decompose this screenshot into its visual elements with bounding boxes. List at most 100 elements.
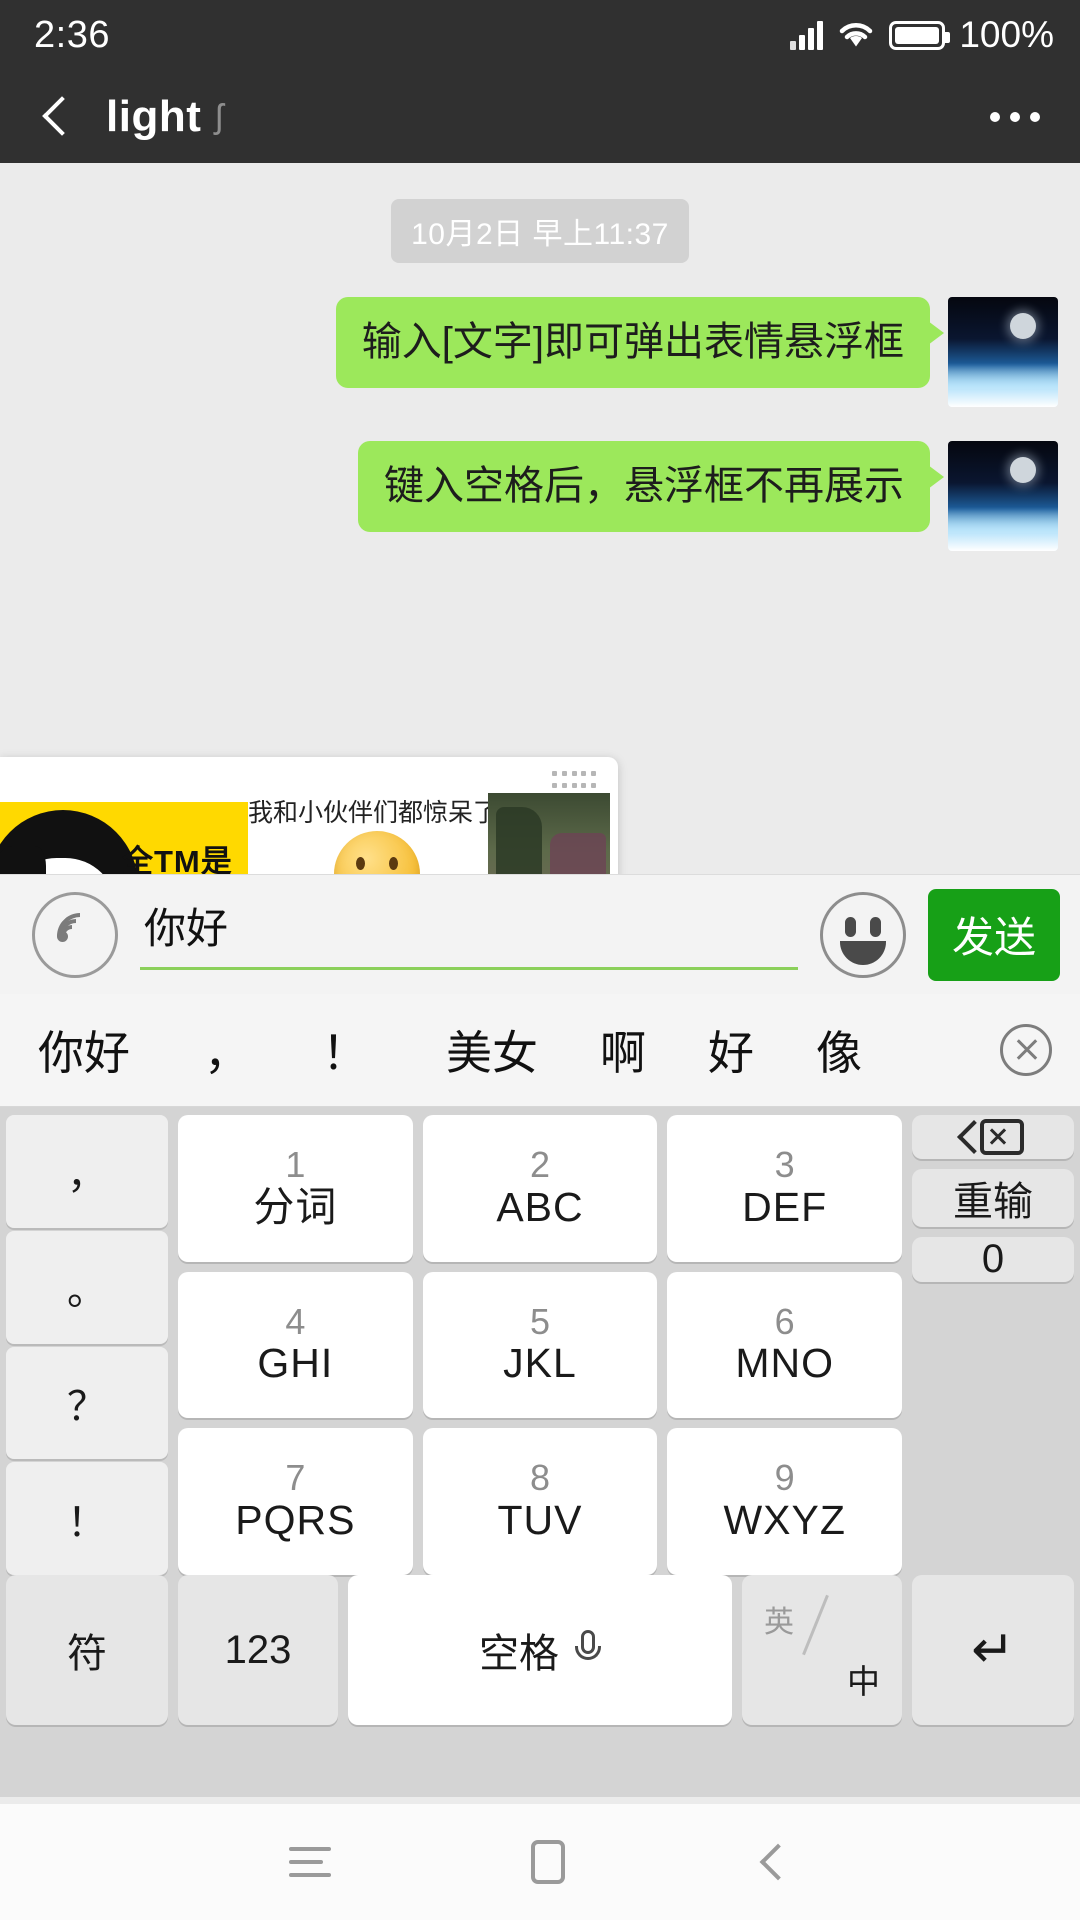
- space-key-label: 空格: [479, 1632, 559, 1676]
- keyboard-main-grid: ， 。 ？ ！ 1 分词 2 ABC 3 DEF 4 GHI 5 JKL 6 M…: [6, 1115, 1074, 1575]
- language-en-label: 英: [764, 1606, 794, 1639]
- key-number: 7: [285, 1457, 306, 1499]
- key-3[interactable]: 3 DEF: [667, 1115, 902, 1262]
- message-input-field[interactable]: 你好: [140, 892, 798, 978]
- key-label: WXYZ: [723, 1496, 846, 1543]
- chat-message-list[interactable]: 10月2日 早上11:37 输入[文字]即可弹出表情悬浮框 键入空格后，悬浮框不…: [0, 163, 1080, 874]
- status-bar: 2:36 100%: [0, 0, 1080, 70]
- drag-grip-icon[interactable]: [552, 771, 598, 791]
- key-number: 4: [285, 1300, 306, 1342]
- message-row: 键入空格后，悬浮框不再展示: [0, 441, 1080, 551]
- message-bubble[interactable]: 键入空格后，悬浮框不再展示: [358, 441, 944, 533]
- numeric-mode-key[interactable]: 123: [178, 1575, 338, 1725]
- status-time: 2:36: [34, 13, 110, 56]
- candidate-item[interactable]: 像: [816, 1017, 862, 1083]
- message-input-bar: 你好 发送: [0, 874, 1080, 994]
- date-divider-row: 10月2日 早上11:37: [0, 199, 1080, 263]
- key-exclamation[interactable]: ！: [6, 1462, 168, 1575]
- key-4[interactable]: 4 GHI: [178, 1271, 413, 1419]
- title-bar: light ʃ: [0, 70, 1080, 163]
- ime-candidate-bar: 你好 ， ！ 美女 啊 好 像: [0, 994, 1080, 1107]
- microphone-icon[interactable]: [575, 1630, 601, 1670]
- system-nav-bar: [0, 1804, 1080, 1920]
- sticker-text-line1: 全TM是: [122, 844, 233, 874]
- key-number: 1: [285, 1143, 306, 1185]
- battery-icon: [889, 20, 951, 50]
- more-options-icon[interactable]: [990, 111, 1050, 122]
- message-bubble[interactable]: 输入[文字]即可弹出表情悬浮框: [335, 297, 945, 389]
- sticker-all-tm-routine[interactable]: 全TM是 套路！: [0, 802, 248, 874]
- candidate-item[interactable]: 啊: [600, 1017, 646, 1083]
- key-label: JKL: [503, 1340, 577, 1387]
- key-comma[interactable]: ，: [6, 1115, 168, 1228]
- key-number: 3: [774, 1143, 795, 1185]
- send-button[interactable]: 发送: [928, 888, 1060, 981]
- key-number: 9: [774, 1457, 795, 1499]
- key-0[interactable]: 0: [912, 1237, 1074, 1282]
- key-2[interactable]: 2 ABC: [422, 1115, 658, 1262]
- ime-keyboard: ， 。 ？ ！ 1 分词 2 ABC 3 DEF 4 GHI 5 JKL 6 M…: [0, 1107, 1080, 1797]
- message-row: 输入[文字]即可弹出表情悬浮框: [0, 297, 1080, 407]
- page-title: light: [106, 91, 202, 141]
- keyboard-bottom-row: 符 123 空格 英 中 ↵: [6, 1575, 1074, 1725]
- title-subtitle-glyph: ʃ: [215, 97, 223, 136]
- key-5[interactable]: 5 JKL: [422, 1271, 658, 1419]
- phone-screen: 2:36 100% light ʃ 10月2日 早上11:37 输入[文字]即可…: [0, 0, 1080, 1920]
- symbols-key[interactable]: 符: [6, 1575, 168, 1725]
- avatar[interactable]: [948, 297, 1058, 407]
- signal-icon: [790, 20, 824, 50]
- numeric-keypad: 1 分词 2 ABC 3 DEF 4 GHI 5 JKL 6 MNO 7 PQR…: [178, 1115, 902, 1575]
- key-label: GHI: [257, 1340, 334, 1387]
- candidate-item[interactable]: 好: [708, 1017, 754, 1083]
- sticker-tea-photo[interactable]: 我怎么能: [488, 793, 610, 874]
- language-zh-label: 中: [847, 1663, 880, 1700]
- status-icons: 100%: [790, 14, 1054, 56]
- punctuation-column: ， 。 ？ ！: [6, 1115, 168, 1575]
- key-label: DEF: [742, 1183, 828, 1230]
- emoji-face: [334, 831, 420, 874]
- key-number: 2: [529, 1143, 550, 1185]
- key-label: PQRS: [235, 1496, 356, 1543]
- back-chevron-icon[interactable]: [34, 94, 80, 140]
- key-6[interactable]: 6 MNO: [667, 1271, 902, 1419]
- key-label: MNO: [735, 1340, 834, 1387]
- key-label: 分词: [253, 1183, 338, 1230]
- avatar[interactable]: [948, 441, 1058, 551]
- keyboard-right-column: 重输 0: [912, 1115, 1074, 1575]
- emoji-smiley-icon[interactable]: [820, 891, 906, 978]
- key-1[interactable]: 1 分词: [178, 1115, 413, 1262]
- sticker-caption: 我和小伙伴们都惊呆了!: [248, 799, 488, 827]
- redo-key[interactable]: 重输: [912, 1169, 1074, 1227]
- key-label: ABC: [496, 1183, 584, 1230]
- key-9[interactable]: 9 WXYZ: [667, 1428, 902, 1575]
- language-divider: [802, 1594, 829, 1656]
- key-7[interactable]: 7 PQRS: [178, 1428, 413, 1575]
- input-underline: [140, 966, 798, 970]
- key-8[interactable]: 8 TUV: [422, 1428, 658, 1575]
- language-toggle-key[interactable]: 英 中: [742, 1575, 902, 1725]
- candidate-item[interactable]: ，: [204, 1017, 250, 1083]
- backspace-icon[interactable]: [912, 1115, 1074, 1159]
- sticker-suggestion-panel[interactable]: 全TM是 套路！ 我和小伙伴们都惊呆了!: [0, 757, 618, 874]
- space-key[interactable]: 空格: [348, 1575, 732, 1725]
- candidate-item[interactable]: 美女: [446, 1017, 538, 1083]
- nav-back-icon[interactable]: [759, 1843, 797, 1881]
- date-divider: 10月2日 早上11:37: [391, 199, 689, 263]
- key-period[interactable]: 。: [6, 1230, 168, 1344]
- battery-percent: 100%: [959, 14, 1054, 55]
- home-icon[interactable]: [531, 1840, 565, 1884]
- wifi-icon: [840, 23, 873, 47]
- voice-input-icon[interactable]: [32, 891, 118, 978]
- message-input-value: 你好: [144, 904, 229, 952]
- close-candidates-icon[interactable]: [1000, 1024, 1052, 1076]
- key-question[interactable]: ？: [6, 1346, 168, 1460]
- candidate-item[interactable]: ！: [322, 1017, 368, 1083]
- enter-return-icon[interactable]: ↵: [912, 1575, 1074, 1725]
- key-number: 5: [529, 1300, 550, 1342]
- sticker-shocked-friends[interactable]: 我和小伙伴们都惊呆了!: [248, 785, 488, 874]
- candidate-item[interactable]: 你好: [38, 1017, 130, 1083]
- key-number: 8: [529, 1457, 550, 1499]
- menu-icon[interactable]: [289, 1847, 331, 1877]
- key-label: TUV: [497, 1496, 583, 1543]
- key-number: 6: [774, 1300, 795, 1342]
